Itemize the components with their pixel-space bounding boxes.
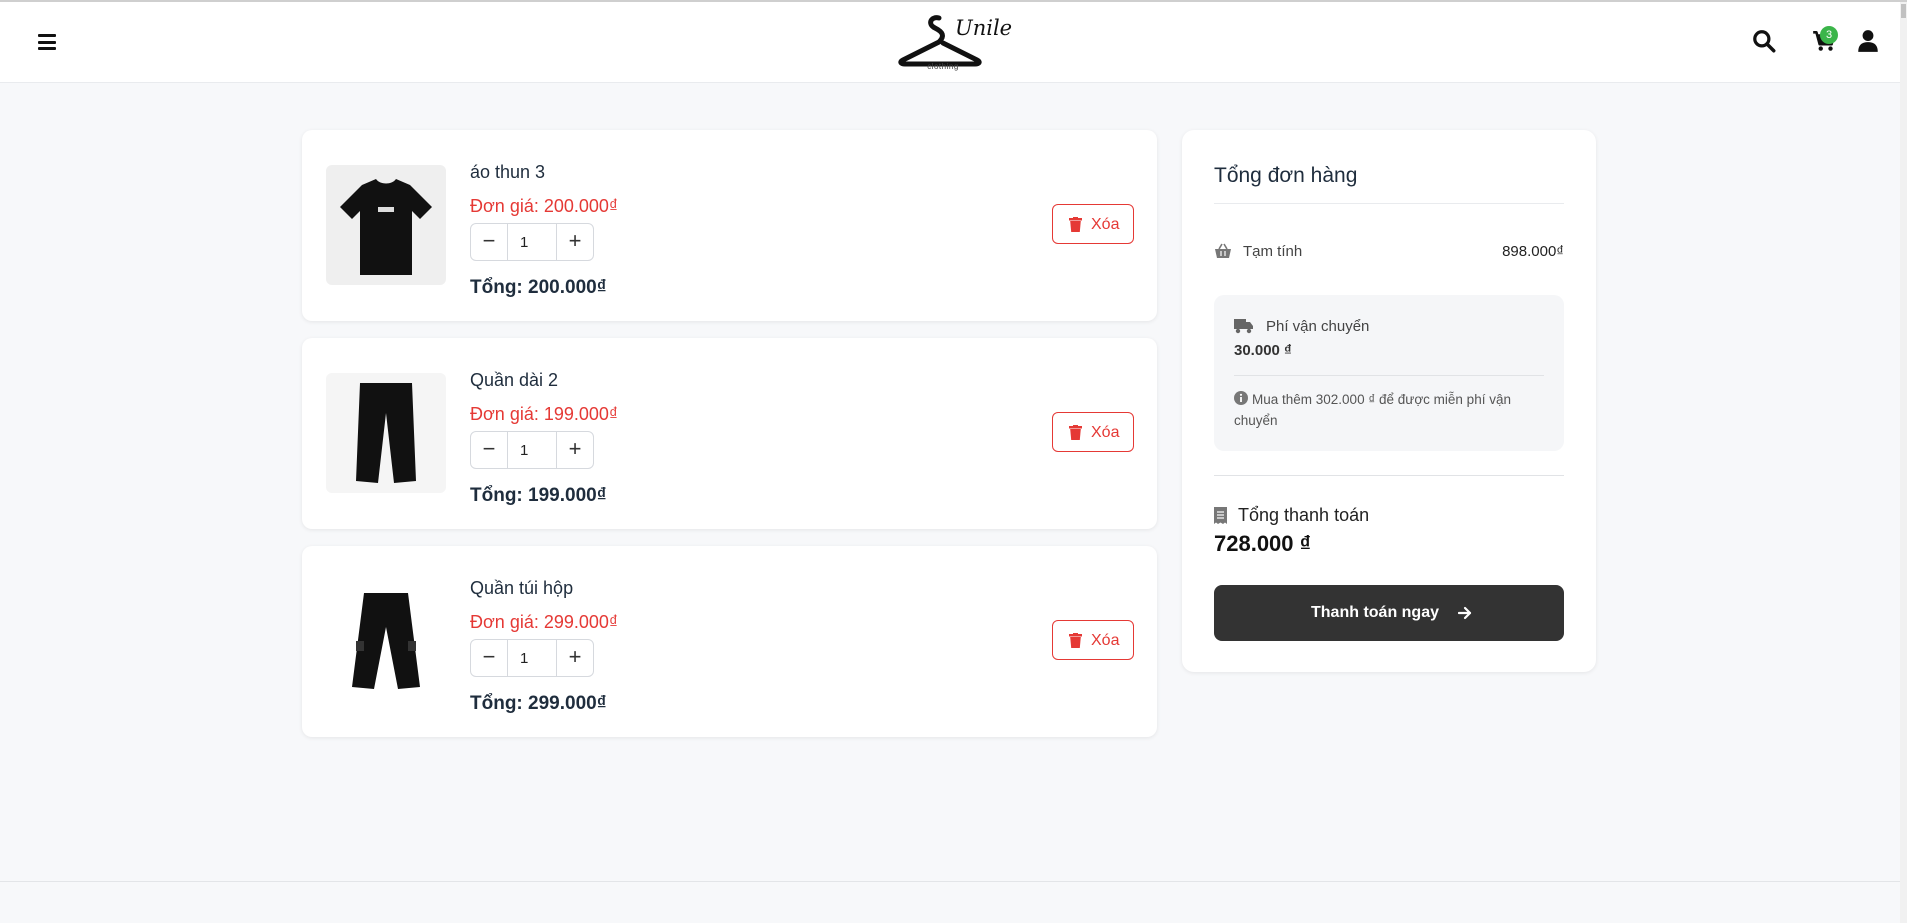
delete-item-button[interactable]: Xóa bbox=[1052, 412, 1134, 452]
cart-item: Quần túi hộp Đơn giá: 299.000₫ − + Tổng:… bbox=[302, 546, 1157, 737]
logo-subtitle: clothing bbox=[927, 62, 959, 71]
item-total: Tổng: 199.000₫ bbox=[470, 485, 607, 506]
free-shipping-note: Mua thêm 302.000 ₫ để được miễn phí vận … bbox=[1234, 392, 1511, 428]
footer-divider bbox=[0, 881, 1900, 882]
trash-icon bbox=[1069, 425, 1082, 440]
trash-icon bbox=[1069, 217, 1082, 232]
quantity-stepper: − + bbox=[470, 223, 594, 261]
unit-price: Đơn giá: 200.000₫ bbox=[470, 196, 619, 216]
shipping-fee: 30.000 ₫ bbox=[1234, 342, 1292, 359]
cart-count-badge: 3 bbox=[1820, 26, 1838, 44]
order-summary-panel: Tổng đơn hàng Tạm tính 898.000₫ Phí vận … bbox=[1182, 130, 1596, 672]
decrease-quantity-button[interactable]: − bbox=[471, 432, 508, 468]
product-name[interactable]: Quần túi hộp bbox=[470, 578, 573, 599]
quantity-input[interactable] bbox=[508, 224, 556, 260]
page-scrollbar[interactable] bbox=[1900, 2, 1907, 923]
item-total: Tổng: 200.000₫ bbox=[470, 277, 607, 298]
search-icon[interactable] bbox=[1751, 28, 1777, 54]
increase-quantity-button[interactable]: + bbox=[556, 640, 593, 676]
grand-total-label: Tổng thanh toán bbox=[1238, 505, 1370, 525]
delete-label: Xóa bbox=[1091, 216, 1120, 233]
checkout-button[interactable]: Thanh toán ngay bbox=[1214, 585, 1564, 641]
subtotal-value: 898.000₫ bbox=[1502, 243, 1564, 260]
product-name[interactable]: Quần dài 2 bbox=[470, 370, 558, 391]
quantity-input[interactable] bbox=[508, 432, 556, 468]
subtotal-label: Tạm tính bbox=[1243, 243, 1303, 260]
divider bbox=[1214, 203, 1564, 204]
checkout-label: Thanh toán ngay bbox=[1311, 604, 1439, 621]
delete-item-button[interactable]: Xóa bbox=[1052, 620, 1134, 660]
cart-item: Quần dài 2 Đơn giá: 199.000₫ − + Tổng: 1… bbox=[302, 338, 1157, 529]
grand-total-value: 728.000 ₫ bbox=[1214, 531, 1311, 556]
hamburger-menu-icon[interactable] bbox=[38, 34, 56, 50]
truck-icon bbox=[1234, 319, 1253, 334]
user-icon[interactable] bbox=[1855, 28, 1881, 54]
decrease-quantity-button[interactable]: − bbox=[471, 640, 508, 676]
logo-wordmark: Unile bbox=[955, 16, 1013, 40]
quantity-stepper: − + bbox=[470, 431, 594, 469]
divider bbox=[1234, 375, 1544, 376]
item-total: Tổng: 299.000₫ bbox=[470, 693, 607, 714]
site-header: Unile clothing 3 bbox=[0, 2, 1900, 83]
delete-item-button[interactable]: Xóa bbox=[1052, 204, 1134, 244]
brand-logo[interactable]: Unile clothing bbox=[895, 12, 1012, 74]
unit-price: Đơn giá: 199.000₫ bbox=[470, 404, 619, 424]
basket-icon bbox=[1215, 243, 1231, 258]
unit-price: Đơn giá: 299.000₫ bbox=[470, 612, 619, 632]
shipping-label: Phí vận chuyển bbox=[1266, 318, 1370, 335]
receipt-icon bbox=[1214, 507, 1227, 524]
product-name[interactable]: áo thun 3 bbox=[470, 162, 545, 183]
increase-quantity-button[interactable]: + bbox=[556, 224, 593, 260]
summary-title: Tổng đơn hàng bbox=[1214, 164, 1358, 187]
shipping-info-box: Phí vận chuyển 30.000 ₫ Mua thêm 302.000… bbox=[1214, 295, 1564, 451]
delete-label: Xóa bbox=[1091, 632, 1120, 649]
product-image-cargo-pants bbox=[326, 581, 446, 701]
cart-item: áo thun 3 Đơn giá: 200.000₫ − + Tổng: 20… bbox=[302, 130, 1157, 321]
decrease-quantity-button[interactable]: − bbox=[471, 224, 508, 260]
product-image-trousers bbox=[326, 373, 446, 493]
quantity-input[interactable] bbox=[508, 640, 556, 676]
arrow-right-icon bbox=[1458, 606, 1472, 620]
trash-icon bbox=[1069, 633, 1082, 648]
increase-quantity-button[interactable]: + bbox=[556, 432, 593, 468]
delete-label: Xóa bbox=[1091, 424, 1120, 441]
product-image-tshirt bbox=[326, 165, 446, 285]
divider bbox=[1214, 475, 1564, 476]
quantity-stepper: − + bbox=[470, 639, 594, 677]
